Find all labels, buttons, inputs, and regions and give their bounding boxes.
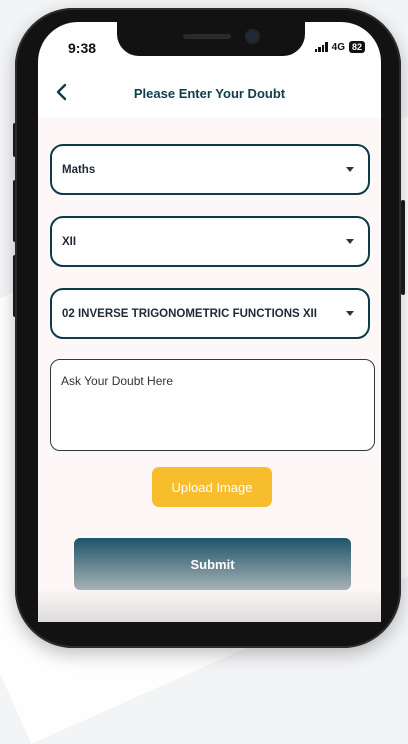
doubt-input[interactable]: Ask Your Doubt Here: [50, 359, 375, 451]
status-indicators: 4G 82: [314, 41, 365, 53]
page-title: Please Enter Your Doubt: [133, 86, 286, 101]
status-time: 9:38: [68, 40, 97, 56]
phone-notch: [117, 22, 305, 56]
phone-screen: 9:38 4G 82 Please Enter Your Doubt Maths…: [38, 22, 381, 622]
class-dropdown[interactable]: XII: [50, 216, 370, 267]
phone-power-button: [401, 200, 405, 295]
chevron-down-icon: [346, 311, 354, 316]
chevron-down-icon: [346, 167, 354, 172]
subject-selected: Maths: [62, 163, 96, 176]
doubt-placeholder: Ask Your Doubt Here: [61, 374, 174, 388]
app-header: Please Enter Your Doubt: [38, 72, 381, 118]
upload-image-button[interactable]: Upload Image: [152, 467, 272, 507]
network-type: 4G: [331, 41, 345, 53]
doubt-form: Maths XII 02 INVERSE TRIGONOMETRIC FUNCT…: [38, 118, 381, 622]
subject-dropdown[interactable]: Maths: [50, 144, 370, 195]
submit-button[interactable]: Submit: [74, 538, 351, 590]
class-selected: XII: [62, 235, 77, 248]
front-camera: [247, 31, 258, 42]
signal-icon: [314, 42, 328, 52]
chapter-dropdown[interactable]: 02 INVERSE TRIGONOMETRIC FUNCTIONS XII: [50, 288, 370, 339]
speaker-grille: [183, 34, 231, 39]
chapter-selected: 02 INVERSE TRIGONOMETRIC FUNCTIONS XII: [62, 307, 317, 320]
bottom-fade: [38, 588, 381, 622]
chevron-down-icon: [346, 239, 354, 244]
battery-icon: 82: [348, 41, 365, 53]
